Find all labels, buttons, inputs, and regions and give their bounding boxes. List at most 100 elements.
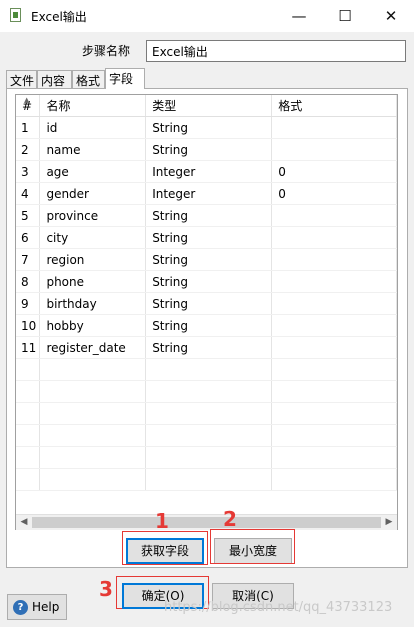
table-row[interactable]: 6 city String	[16, 226, 397, 249]
field-name-cell[interactable]: age	[39, 160, 147, 183]
empty-cell[interactable]	[271, 468, 397, 491]
column-header-name[interactable]: 名称	[39, 95, 147, 117]
tab-format[interactable]: 格式	[72, 70, 105, 88]
field-name-cell[interactable]: region	[39, 248, 147, 271]
fields-table[interactable]: ▲ # 名称 类型 格式 1 id String 2 name String 3 age Int…	[15, 94, 398, 530]
tab-file[interactable]: 文件	[6, 70, 37, 88]
field-type-cell[interactable]: String	[145, 270, 273, 293]
table-row[interactable]: 7 region String	[16, 248, 397, 271]
empty-table-row[interactable]	[16, 446, 397, 469]
empty-cell[interactable]	[271, 380, 397, 403]
row-number-cell[interactable]: 2	[16, 138, 41, 161]
field-type-cell[interactable]: String	[145, 116, 273, 139]
empty-cell[interactable]	[16, 424, 41, 447]
field-name-cell[interactable]: province	[39, 204, 147, 227]
maximize-button[interactable]: ☐	[322, 0, 368, 32]
empty-cell[interactable]	[16, 446, 41, 469]
empty-cell[interactable]	[16, 380, 41, 403]
empty-table-row[interactable]	[16, 380, 397, 403]
table-row[interactable]: 2 name String	[16, 138, 397, 161]
empty-table-row[interactable]	[16, 358, 397, 381]
row-number-cell[interactable]: 11	[16, 336, 41, 359]
row-number-cell[interactable]: 10	[16, 314, 41, 337]
empty-table-row[interactable]	[16, 468, 397, 491]
field-type-cell[interactable]: String	[145, 138, 273, 161]
field-name-cell[interactable]: city	[39, 226, 147, 249]
field-type-cell[interactable]: String	[145, 336, 273, 359]
empty-cell[interactable]	[271, 358, 397, 381]
field-name-cell[interactable]: name	[39, 138, 147, 161]
row-number-cell[interactable]: 9	[16, 292, 41, 315]
tab-fields[interactable]: 字段	[105, 68, 145, 89]
close-button[interactable]: ✕	[368, 0, 414, 32]
table-row[interactable]: 10 hobby String	[16, 314, 397, 337]
row-number-cell[interactable]: 1	[16, 116, 41, 139]
tab-content[interactable]: 内容	[37, 70, 72, 88]
empty-cell[interactable]	[145, 446, 273, 469]
field-name-cell[interactable]: gender	[39, 182, 147, 205]
help-button[interactable]: ? Help	[7, 594, 67, 620]
field-format-cell[interactable]	[271, 336, 397, 359]
empty-cell[interactable]	[145, 358, 273, 381]
field-format-cell[interactable]	[271, 270, 397, 293]
row-number-cell[interactable]: 4	[16, 182, 41, 205]
field-format-cell[interactable]	[271, 226, 397, 249]
field-type-cell[interactable]: Integer	[145, 182, 273, 205]
table-row[interactable]: 5 province String	[16, 204, 397, 227]
empty-cell[interactable]	[145, 468, 273, 491]
scroll-right-icon[interactable]: ▶	[381, 516, 397, 529]
empty-cell[interactable]	[39, 424, 147, 447]
empty-table-row[interactable]	[16, 424, 397, 447]
minimize-button[interactable]: —	[276, 0, 322, 32]
empty-cell[interactable]	[39, 446, 147, 469]
field-type-cell[interactable]: String	[145, 292, 273, 315]
field-format-cell[interactable]: 0	[271, 182, 397, 205]
column-header-format[interactable]: 格式	[271, 95, 397, 117]
empty-cell[interactable]	[16, 402, 41, 425]
field-type-cell[interactable]: String	[145, 314, 273, 337]
empty-cell[interactable]	[16, 468, 41, 491]
field-name-cell[interactable]: phone	[39, 270, 147, 293]
empty-cell[interactable]	[145, 380, 273, 403]
field-format-cell[interactable]	[271, 138, 397, 161]
empty-cell[interactable]	[271, 402, 397, 425]
field-name-cell[interactable]: id	[39, 116, 147, 139]
field-name-cell[interactable]: birthday	[39, 292, 147, 315]
empty-cell[interactable]	[39, 402, 147, 425]
row-number-cell[interactable]: 7	[16, 248, 41, 271]
empty-cell[interactable]	[39, 358, 147, 381]
field-name-cell[interactable]: register_date	[39, 336, 147, 359]
table-row[interactable]: 11 register_date String	[16, 336, 397, 359]
field-format-cell[interactable]	[271, 314, 397, 337]
field-format-cell[interactable]: 0	[271, 160, 397, 183]
table-row[interactable]: 1 id String	[16, 116, 397, 139]
horizontal-scrollbar[interactable]: ◀ ▶	[16, 514, 397, 530]
table-row[interactable]: 8 phone String	[16, 270, 397, 293]
row-number-cell[interactable]: 3	[16, 160, 41, 183]
field-type-cell[interactable]: String	[145, 226, 273, 249]
table-row[interactable]: 9 birthday String	[16, 292, 397, 315]
field-type-cell[interactable]: String	[145, 248, 273, 271]
row-number-cell[interactable]: 5	[16, 204, 41, 227]
scroll-left-icon[interactable]: ◀	[16, 516, 32, 529]
column-header-type[interactable]: 类型	[145, 95, 273, 117]
table-row[interactable]: 4 gender Integer 0	[16, 182, 397, 205]
empty-cell[interactable]	[39, 468, 147, 491]
scrollbar-thumb[interactable]	[32, 517, 381, 528]
table-row[interactable]: 3 age Integer 0	[16, 160, 397, 183]
step-name-input[interactable]	[146, 40, 406, 62]
empty-cell[interactable]	[271, 446, 397, 469]
field-format-cell[interactable]	[271, 116, 397, 139]
empty-cell[interactable]	[145, 402, 273, 425]
field-type-cell[interactable]: String	[145, 204, 273, 227]
empty-cell[interactable]	[39, 380, 147, 403]
empty-cell[interactable]	[271, 424, 397, 447]
empty-cell[interactable]	[16, 358, 41, 381]
empty-cell[interactable]	[145, 424, 273, 447]
field-format-cell[interactable]	[271, 204, 397, 227]
field-format-cell[interactable]	[271, 292, 397, 315]
field-format-cell[interactable]	[271, 248, 397, 271]
row-number-cell[interactable]: 6	[16, 226, 41, 249]
field-type-cell[interactable]: Integer	[145, 160, 273, 183]
field-name-cell[interactable]: hobby	[39, 314, 147, 337]
